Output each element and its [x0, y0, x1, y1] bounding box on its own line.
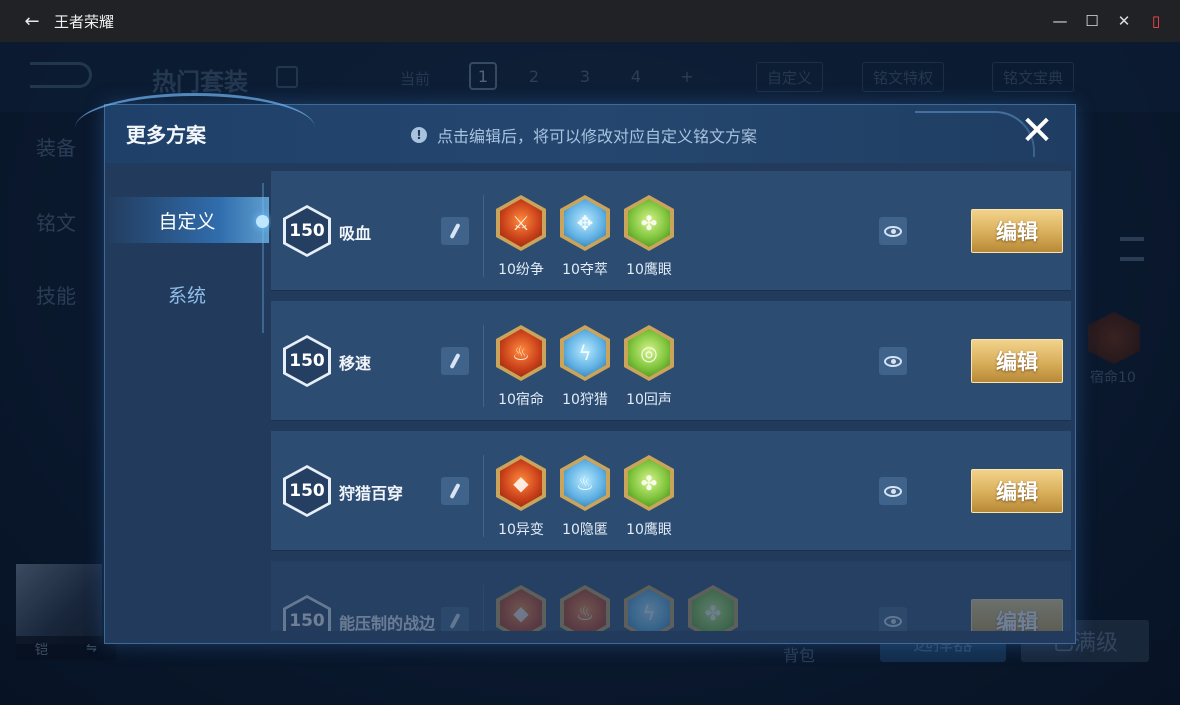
rune-label: 10鹰眼: [626, 262, 672, 278]
dialog-hint: ! 点击编辑后，将可以修改对应自定义铭文方案: [411, 123, 757, 147]
rune-slot-red[interactable]: ♨: [560, 585, 610, 631]
triquetra-icon: ✥: [576, 211, 594, 235]
window-title: 王者荣耀: [54, 12, 115, 31]
rune-slot-red[interactable]: ⚔: [496, 195, 546, 251]
dialog-title: 更多方案: [126, 123, 206, 147]
rune-label: 10宿命: [498, 392, 544, 408]
rune-label: 10回声: [626, 392, 672, 408]
rune-label: 10狩猎: [562, 392, 608, 408]
rune-label: 10异变: [498, 522, 544, 538]
scheme-row: 150 移速 ♨ 10宿命 ϟ 10狩猎 ◎ 10回声 编辑: [271, 301, 1071, 421]
eye-icon: [884, 615, 902, 627]
pen-icon: [449, 482, 461, 500]
close-window-button[interactable]: ✕: [1108, 0, 1140, 42]
flame-icon: ♨: [512, 341, 530, 365]
pen-icon: [449, 222, 461, 240]
flame-icon: ♨: [576, 471, 594, 495]
dialog-header: 更多方案 ! 点击编辑后，将可以修改对应自定义铭文方案 ✕: [75, 93, 1075, 163]
gem-icon: ◆: [513, 601, 529, 625]
close-icon: ✕: [1020, 108, 1054, 154]
back-button[interactable]: ←: [12, 0, 52, 42]
maximize-icon: ☐: [1085, 12, 1099, 30]
window-controls: — ☐ ✕ ▯: [1044, 0, 1172, 42]
dialog-sidebar: 自定义 系统: [105, 163, 269, 643]
edit-button[interactable]: 编辑: [971, 209, 1063, 253]
hint-text: 点击编辑后，将可以修改对应自定义铭文方案: [437, 127, 758, 146]
minimize-icon: —: [1052, 12, 1068, 30]
sidebar-toggle-icon: ▯: [1151, 12, 1161, 30]
sidebar-toggle-button[interactable]: ▯: [1140, 0, 1172, 42]
active-tab-indicator: [256, 215, 269, 228]
axe-icon: ⚔: [512, 211, 530, 235]
info-icon: !: [411, 127, 427, 143]
preview-button[interactable]: [879, 607, 907, 631]
rune-slot-green[interactable]: ✤: [688, 585, 738, 631]
tab-custom[interactable]: 自定义: [105, 197, 269, 243]
rename-button[interactable]: [441, 607, 469, 631]
edit-button[interactable]: 编辑: [971, 339, 1063, 383]
more-schemes-dialog: 更多方案 ! 点击编辑后，将可以修改对应自定义铭文方案 ✕ 自定义 系统 150…: [75, 93, 1076, 644]
scheme-row: 150 吸血 ⚔ 10纷争 ✥ 10夺萃 ✤ 10鹰眼 编辑: [271, 171, 1071, 291]
row-divider: [483, 325, 484, 407]
back-arrow-icon: ←: [24, 10, 40, 32]
pen-icon: [449, 612, 461, 630]
rename-button[interactable]: [441, 347, 469, 375]
row-divider: [483, 455, 484, 537]
clover-icon: ✤: [704, 601, 722, 625]
eye-icon: [884, 355, 902, 367]
ring-icon: ◎: [640, 341, 658, 365]
rune-slot-blue[interactable]: ♨: [560, 455, 610, 511]
eye-icon: [884, 485, 902, 497]
scheme-name: 狩猎百穿: [339, 484, 404, 503]
close-icon: ✕: [1117, 12, 1131, 30]
rune-slot-red[interactable]: ◆: [496, 455, 546, 511]
pen-icon: [449, 352, 461, 370]
rune-slot-green[interactable]: ✤: [624, 455, 674, 511]
maximize-button[interactable]: ☐: [1076, 0, 1108, 42]
edit-button[interactable]: 编辑: [971, 599, 1063, 631]
level-badge: 150: [286, 598, 328, 631]
rune-slot-red[interactable]: ♨: [496, 325, 546, 381]
rune-label: 10夺萃: [562, 262, 608, 278]
clover-icon: ✤: [640, 211, 658, 235]
scheme-list[interactable]: 150 吸血 ⚔ 10纷争 ✥ 10夺萃 ✤ 10鹰眼 编辑 150 移速 ♨ …: [271, 171, 1071, 631]
preview-button[interactable]: [879, 217, 907, 245]
rune-slot-green[interactable]: ◎: [624, 325, 674, 381]
row-divider: [483, 195, 484, 277]
row-divider: [483, 585, 484, 631]
rune-slot-blue[interactable]: ϟ: [560, 325, 610, 381]
rune-slot-blue[interactable]: ✥: [560, 195, 610, 251]
rune-label: 10纷争: [498, 262, 544, 278]
window-titlebar: ← 王者荣耀 — ☐ ✕ ▯: [0, 0, 1180, 42]
scheme-name: 移速: [339, 354, 372, 373]
rune-slot-green[interactable]: ✤: [624, 195, 674, 251]
lightning-icon: ϟ: [578, 341, 592, 365]
rename-button[interactable]: [441, 217, 469, 245]
preview-button[interactable]: [879, 477, 907, 505]
flame-icon: ♨: [576, 601, 594, 625]
scheme-name: 能压制的战边: [339, 614, 436, 631]
gem-icon: ◆: [513, 471, 529, 495]
rune-label: 10鹰眼: [626, 522, 672, 538]
scheme-row: 150 狩猎百穿 ◆ 10异变 ♨ 10隐匿 ✤ 10鹰眼 编辑: [271, 431, 1071, 551]
rune-slot-red[interactable]: ◆: [496, 585, 546, 631]
edit-button[interactable]: 编辑: [971, 469, 1063, 513]
eye-icon: [884, 225, 902, 237]
preview-button[interactable]: [879, 347, 907, 375]
rune-label: 10隐匿: [562, 522, 608, 538]
minimize-button[interactable]: —: [1044, 0, 1076, 42]
scheme-name: 吸血: [339, 224, 372, 243]
rename-button[interactable]: [441, 477, 469, 505]
lightning-icon: ϟ: [642, 601, 656, 625]
rune-slot-blue[interactable]: ϟ: [624, 585, 674, 631]
clover-icon: ✤: [640, 471, 658, 495]
scheme-row: 150 能压制的战边 ◆ ♨ ϟ ✤ 编辑: [271, 561, 1071, 631]
close-dialog-button[interactable]: ✕: [1015, 111, 1059, 155]
tab-system[interactable]: 系统: [105, 271, 269, 317]
